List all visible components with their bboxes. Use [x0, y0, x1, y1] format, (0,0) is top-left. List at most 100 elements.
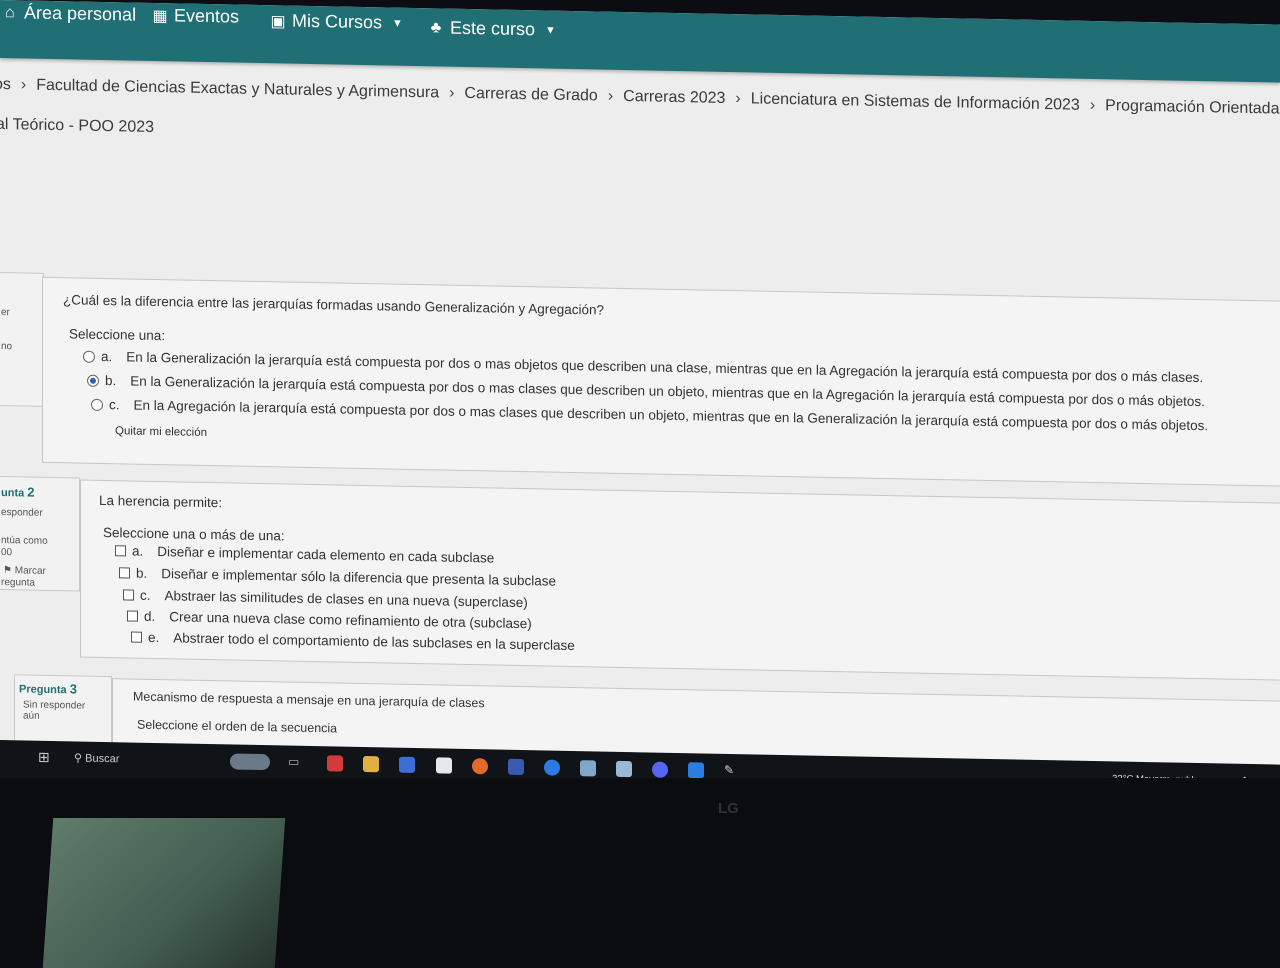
nav-label: Mis Cursos	[292, 10, 383, 33]
radio-button-selected[interactable]	[87, 374, 99, 387]
widget-icon[interactable]	[230, 753, 270, 771]
breadcrumb-item[interactable]: Carreras de Grado	[464, 85, 597, 106]
calendar-icon: ▦	[152, 7, 168, 25]
breadcrumb-item[interactable]: Licenciatura en Sistemas de Información …	[751, 90, 1080, 114]
monitor-brand-logo: LG	[718, 800, 739, 817]
brave-browser-icon[interactable]	[327, 755, 343, 772]
checkbox[interactable]	[131, 631, 142, 643]
app-icon[interactable]	[580, 760, 596, 777]
file-explorer-icon[interactable]	[363, 755, 379, 773]
chevron-right-icon: ›	[449, 84, 455, 102]
checkbox-option-c[interactable]: c. Abstraer las similitudes de clases en…	[123, 587, 528, 610]
option-letter: a.	[101, 348, 113, 365]
option-letter: b.	[105, 373, 117, 389]
flag-icon: ⚑	[3, 565, 12, 577]
flag-label-2: regunta	[1, 577, 35, 589]
question-number: unta 2	[1, 485, 35, 501]
search-icon: ⚲	[74, 752, 83, 765]
nav-eventos[interactable]: ▦ Eventos	[150, 5, 239, 28]
question-1-info: er no	[0, 271, 44, 407]
question-number-value: 3	[69, 681, 77, 697]
question-1-box: ¿Cuál es la diferencia entre las jerarqu…	[42, 276, 1280, 488]
question-status-2: aún	[23, 710, 40, 722]
question-number-label: unta	[1, 487, 25, 500]
nav-label: Eventos	[174, 5, 240, 27]
question-number-label: Pregunta	[19, 683, 67, 697]
sitemap-icon: ♣	[430, 18, 442, 36]
question-2-box: La herencia permite: Seleccione una o má…	[80, 479, 1280, 681]
breadcrumb-item[interactable]: Programación Orientada a Objetos 20	[1105, 97, 1280, 120]
checkbox[interactable]	[119, 567, 130, 579]
question-3-info: Pregunta 3 Sin responder aún	[14, 674, 112, 749]
question-number-value: 2	[27, 484, 35, 500]
checkbox[interactable]	[123, 589, 134, 601]
zoom-icon[interactable]	[544, 759, 560, 776]
option-text: Diseñar e implementar sólo la diferencia…	[161, 566, 556, 589]
question-info-line: no	[1, 341, 13, 353]
option-letter: e.	[148, 629, 160, 646]
answer-prompt: Seleccione una:	[69, 326, 166, 344]
chevron-right-icon: ›	[607, 87, 614, 105]
option-letter: b.	[136, 565, 148, 581]
nav-este-curso[interactable]: ♣ Este curso ▼	[426, 17, 556, 40]
nav-mis-cursos[interactable]: ▣ Mis Cursos ▼	[268, 10, 403, 34]
chevron-right-icon: ›	[735, 90, 741, 108]
radio-button[interactable]	[91, 398, 103, 411]
top-navbar: ⌂ Área personal ▦ Eventos ▣ Mis Cursos ▼…	[0, 0, 1280, 83]
app-icon[interactable]: ✎	[724, 763, 740, 779]
breadcrumb-item[interactable]: Facultad de Ciencias Exactas y Naturales…	[36, 77, 439, 103]
discord-icon[interactable]	[652, 761, 668, 778]
checkbox-option-b[interactable]: b. Diseñar e implementar sólo la diferen…	[119, 565, 556, 589]
clear-choice-link[interactable]: Quitar mi elección	[115, 425, 207, 439]
flag-question-link[interactable]: ⚑ Marcar	[3, 565, 46, 577]
checkbox[interactable]	[115, 545, 126, 557]
task-view-icon[interactable]: ▭	[288, 755, 304, 771]
radio-button[interactable]	[83, 350, 95, 363]
home-icon: ⌂	[5, 3, 15, 21]
breadcrumb-item[interactable]: os	[0, 76, 11, 94]
monitor-bezel: LG	[0, 778, 1280, 968]
flag-label: Marcar	[14, 565, 46, 577]
chevron-right-icon: ›	[20, 76, 27, 94]
answer-prompt: Seleccione una o más de una:	[103, 524, 285, 544]
breadcrumb-item[interactable]: Carreras 2023	[623, 88, 725, 108]
checkbox-option-d[interactable]: d. Crear una nueva clase como refinamien…	[127, 608, 532, 631]
option-text: Diseñar e implementar cada elemento en c…	[157, 544, 495, 566]
option-letter: d.	[144, 608, 156, 624]
app-icon[interactable]	[616, 760, 632, 778]
checkbox-option-a[interactable]: a. Diseñar e implementar cada elemento e…	[115, 543, 494, 565]
checkbox[interactable]	[127, 610, 138, 622]
product-box	[42, 818, 286, 968]
option-text: Crear una nueva clase como refinamiento …	[169, 609, 532, 632]
checkbox-option-e[interactable]: e. Abstraer todo el comportamiento de la…	[131, 629, 575, 654]
search-label: Buscar	[85, 752, 120, 766]
question-score: ntúa como	[1, 535, 48, 547]
breadcrumb: os › Facultad de Ciencias Exactas y Natur…	[0, 76, 1280, 121]
app-icon[interactable]	[472, 758, 488, 775]
nav-area-personal[interactable]: ⌂ Área personal	[0, 2, 136, 26]
app-icon[interactable]	[508, 758, 524, 776]
option-letter: a.	[132, 543, 144, 559]
briefcase-icon: ▣	[270, 12, 286, 30]
option-text: Abstraer todo el comportamiento de las s…	[173, 630, 575, 654]
nav-label: Este curso	[450, 17, 536, 40]
vscode-icon[interactable]	[688, 762, 704, 779]
question-2-info: unta 2 esponder ntúa como 00 ⚑ Marcar re…	[0, 475, 80, 592]
question-text: Mecanismo de respuesta a mensaje en una …	[133, 689, 485, 711]
question-status: esponder	[1, 507, 43, 519]
chevron-right-icon: ›	[1089, 96, 1096, 115]
windows-start-icon[interactable]: ⊞	[38, 749, 50, 766]
question-text: ¿Cuál es la diferencia entre las jerarqu…	[63, 292, 605, 318]
question-score-value: 00	[1, 547, 13, 559]
answer-prompt: Seleccione el orden de la secuencia	[137, 717, 338, 736]
notion-icon[interactable]	[436, 757, 452, 774]
app-icon[interactable]	[399, 756, 415, 773]
caret-down-icon: ▼	[392, 17, 403, 30]
question-info-line: er	[1, 307, 10, 319]
browser-screen: ⌂ Área personal ▦ Eventos ▣ Mis Cursos ▼…	[0, 0, 1280, 803]
page-title: al Teórico - POO 2023	[0, 115, 155, 136]
question-text: La herencia permite:	[99, 492, 223, 511]
option-letter: c.	[140, 587, 151, 603]
taskbar-search[interactable]: ⚲ Buscar	[74, 751, 119, 765]
question-number: Pregunta 3	[19, 681, 77, 697]
